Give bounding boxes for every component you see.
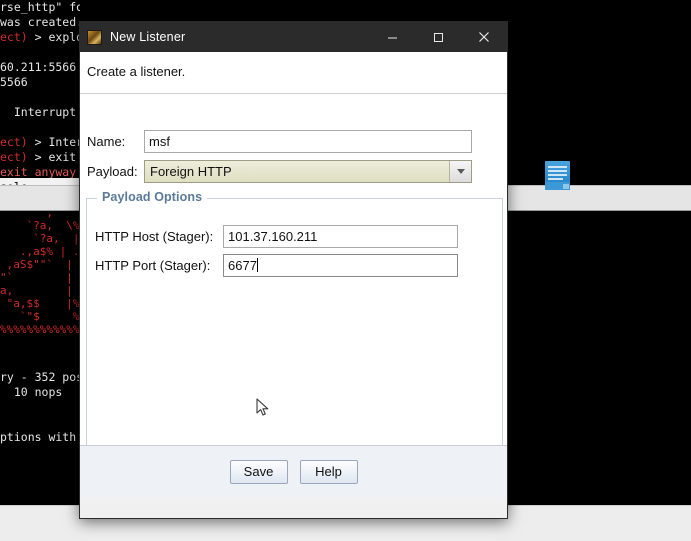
dialog-body: Create a listener. Name: msf Payload: Fo… (80, 52, 507, 497)
http-port-label: HTTP Port (Stager): (95, 258, 211, 273)
payload-selected-value: Foreign HTTP (150, 164, 232, 179)
chevron-down-icon[interactable] (449, 161, 471, 182)
name-input[interactable]: msf (144, 130, 472, 153)
payload-label: Payload: (87, 164, 138, 179)
payload-select[interactable]: Foreign HTTP (144, 160, 472, 183)
close-icon[interactable] (461, 22, 507, 52)
mouse-cursor (256, 398, 269, 416)
http-host-input[interactable]: 101.37.160.211 (223, 225, 458, 248)
dialog-title: New Listener (110, 30, 186, 44)
help-button[interactable]: Help (299, 459, 358, 484)
metasploit-console[interactable]: rse_http" fo was created. ect) > explo 60.… (0, 0, 80, 505)
dialog-subtitle: Create a listener. (87, 64, 186, 79)
armitage-app-icon (87, 29, 102, 45)
name-label: Name: (87, 134, 126, 149)
console-output-bottom: ry - 352 pos 10 nops ptions with (0, 370, 80, 444)
http-port-row: HTTP Port (Stager): 6677 (95, 254, 495, 277)
text-caret (256, 258, 258, 272)
maximize-icon[interactable] (415, 22, 461, 52)
dialog-title-bar[interactable]: New Listener (80, 22, 507, 52)
http-port-value: 6677 (228, 258, 257, 273)
minimize-icon[interactable] (369, 22, 415, 52)
http-port-input[interactable]: 6677 (223, 254, 458, 277)
new-listener-dialog: New Listener Create a listener. Name: ms… (79, 21, 508, 519)
payload-options-title: Payload Options (97, 190, 208, 204)
dialog-separator (80, 93, 507, 94)
screen: rse_http" fo was created. ect) > explo 60.… (0, 0, 691, 541)
name-row: Name: msf (87, 130, 497, 153)
metasploit-ascii-banner: , `?a, \% `?a, |% .,a$% | .- ,aS$""` | |… (0, 206, 80, 336)
http-host-row: HTTP Host (Stager): 101.37.160.211 (95, 225, 495, 248)
text-file-icon[interactable] (545, 161, 570, 190)
dialog-footer: Save Help (80, 445, 507, 497)
save-button[interactable]: Save (229, 459, 288, 484)
http-host-label: HTTP Host (Stager): (95, 229, 214, 244)
window-controls (369, 22, 507, 52)
payload-row: Payload: Foreign HTTP (87, 160, 497, 183)
console-output-top: rse_http" fo was created. ect) > explo 60.… (0, 0, 80, 194)
